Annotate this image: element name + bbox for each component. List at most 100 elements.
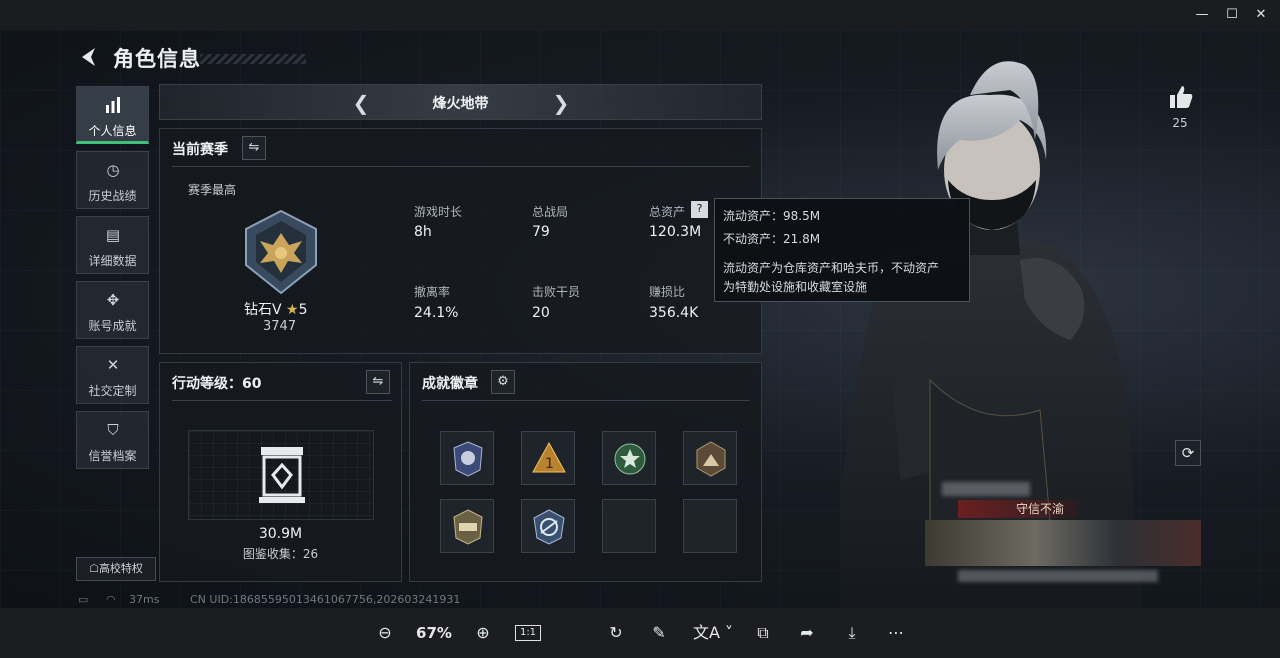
map-name: 烽火地带: [432, 96, 489, 112]
badge-slot[interactable]: [440, 431, 494, 485]
nav-item-social[interactable]: ✕ 社交定制: [76, 346, 149, 404]
viewer-toolbar: ⊖ 67% ⊕ 1:1 ↻ ✎ 文A ˅ ⧉ ➦ ⤓ ⋯: [0, 608, 1280, 658]
text-recognition-icon[interactable]: ⧉: [751, 621, 775, 645]
stat-value-total-matches: 79: [532, 224, 550, 240]
badge-slot[interactable]: [440, 499, 494, 553]
nav-item-personal-info[interactable]: 个人信息: [76, 86, 149, 144]
download-icon[interactable]: ⤓: [840, 621, 864, 645]
police-badge-icon: [453, 441, 483, 477]
medal-icon: ✥: [106, 291, 120, 309]
like-count: 25: [1172, 116, 1188, 130]
stat-label-total-assets: 总资产: [649, 205, 686, 219]
badge-slot[interactable]: [602, 431, 656, 485]
season-panel: 当前赛季 ⇋ 赛季最高 钻石V ★5 3747 游戏时长 8h 总战局 79 总…: [159, 128, 762, 354]
badge-slot[interactable]: 1: [521, 431, 575, 485]
tooltip-description-1: 流动资产为仓库资产和哈夫币，不动资产: [723, 261, 940, 275]
school-privilege-label: 高校特权: [98, 562, 143, 575]
display-case-icon: [259, 447, 305, 503]
divider: [172, 166, 750, 167]
nav-item-credit[interactable]: ⛉ 信誉档案: [76, 411, 149, 469]
tooltip-description-2: 为特勤处设施和收藏室设施: [723, 280, 868, 294]
rank-stars: 5: [298, 302, 308, 318]
badge-settings-gear-icon[interactable]: ⚙: [491, 370, 515, 394]
page-title: 角色信息: [113, 47, 201, 71]
nav-item-label: 信誉档案: [88, 449, 137, 463]
badge-slot[interactable]: [521, 499, 575, 553]
translate-icon[interactable]: 文A ˅: [692, 621, 734, 645]
asset-tooltip: 流动资产：98.5M 不动资产：21.8M 流动资产为仓库资产和哈夫币，不动资产…: [714, 198, 970, 302]
rank-name: 钻石V: [244, 302, 282, 318]
wings-badge-icon: [533, 509, 565, 545]
blurred-player-name: [942, 482, 1030, 496]
stat-value-profit-ratio: 356.4K: [649, 305, 699, 321]
player-vow: 守信不渝: [1016, 502, 1065, 516]
more-options-icon[interactable]: ⋯: [884, 621, 908, 645]
collection-count: 图鉴收集：26: [242, 547, 319, 561]
minimize-button[interactable]: —: [1188, 4, 1216, 26]
badge-slot[interactable]: [683, 431, 737, 485]
rank-score: 3747: [263, 319, 297, 334]
tooltip-liquid-assets: 流动资产：98.5M: [723, 209, 821, 223]
tooltip-fixed-assets: 不动资产：21.8M: [723, 232, 821, 246]
blurred-player-info: [958, 570, 1158, 582]
nav-item-label: 账号成就: [88, 319, 137, 333]
back-arrow-icon[interactable]: [78, 46, 100, 68]
divider: [172, 400, 392, 401]
player-vow-banner: 守信不渝: [958, 500, 1078, 518]
stat-value-operators-defeated: 20: [532, 305, 550, 321]
close-button[interactable]: ✕: [1247, 4, 1275, 26]
title-decoration: [200, 54, 306, 64]
star-wreath-badge-icon: [614, 443, 646, 475]
nav-item-achievements[interactable]: ✥ 账号成就: [76, 281, 149, 339]
shield-icon: ⛉: [107, 421, 119, 439]
collection-frame: [188, 430, 374, 520]
nav-item-label: 详细数据: [88, 254, 137, 268]
next-map-arrow-icon[interactable]: ❯: [550, 91, 572, 115]
nav-item-label: 社交定制: [88, 384, 137, 398]
refresh-character-icon[interactable]: ⟳: [1175, 440, 1201, 466]
zoom-out-icon[interactable]: ⊖: [373, 621, 397, 645]
swap-season-button[interactable]: ⇋: [242, 136, 266, 160]
actual-size-button[interactable]: 1:1: [515, 625, 541, 641]
player-card-banner: [925, 520, 1201, 566]
school-icon: ☖: [89, 562, 99, 575]
svg-text:1: 1: [545, 456, 554, 472]
stat-label-profit-ratio: 赚损比: [649, 285, 686, 299]
vehicle-badge-icon: [453, 509, 483, 545]
nav-item-history[interactable]: ◷ 历史战绩: [76, 151, 149, 209]
maximize-button[interactable]: ☐: [1218, 4, 1246, 26]
window-titlebar: — ☐ ✕: [0, 0, 1280, 30]
zoom-in-icon[interactable]: ⊕: [471, 621, 495, 645]
star-icon: ★: [286, 302, 299, 318]
badge-slot-empty[interactable]: [683, 499, 737, 553]
stat-value-total-assets: 120.3M: [649, 224, 702, 240]
player-uid: CN UID:18685595013461067756,202603241931: [190, 593, 461, 606]
school-privilege-button[interactable]: ☖高校特权: [76, 557, 156, 581]
action-level-title: 行动等级：60: [172, 376, 262, 392]
game-screen: 角色信息 个人信息 ◷ 历史战绩 ▤ 详细数据 ✥ 账号成就 ✕ 社交定制 ⛉ …: [0, 30, 1280, 608]
nav-item-label: 个人信息: [88, 124, 137, 138]
folder-icon: ▤: [105, 226, 121, 244]
collection-value: 30.9M: [258, 526, 303, 542]
rank-emblem-icon: [245, 209, 317, 295]
action-level-panel: 行动等级：60 ⇋ 30.9M 图鉴收集：26: [159, 362, 402, 582]
ping-value: 37ms: [129, 593, 160, 606]
swap-level-button[interactable]: ⇋: [366, 370, 390, 394]
zoom-level: 67%: [416, 624, 452, 642]
nav-item-detailed-data[interactable]: ▤ 详细数据: [76, 216, 149, 274]
rank-row: 钻石V ★5: [244, 299, 308, 319]
stat-label-total-matches: 总战局: [532, 205, 569, 219]
badge-slot-empty[interactable]: [602, 499, 656, 553]
stat-value-extraction-rate: 24.1%: [414, 305, 459, 321]
badges-title: 成就徽章: [422, 376, 478, 392]
season-best-label: 赛季最高: [188, 183, 237, 197]
help-icon[interactable]: ?: [691, 201, 708, 218]
share-icon[interactable]: ➦: [795, 621, 819, 645]
rank-one-badge-icon: 1: [532, 441, 566, 473]
edit-pen-icon[interactable]: ✎: [647, 621, 671, 645]
rotate-icon[interactable]: ↻: [604, 621, 628, 645]
stat-label-extraction-rate: 撤离率: [414, 285, 451, 299]
thumbs-up-icon[interactable]: [1168, 84, 1194, 110]
battery-icon: ▭: [78, 593, 89, 606]
tools-icon: ✕: [106, 356, 120, 374]
